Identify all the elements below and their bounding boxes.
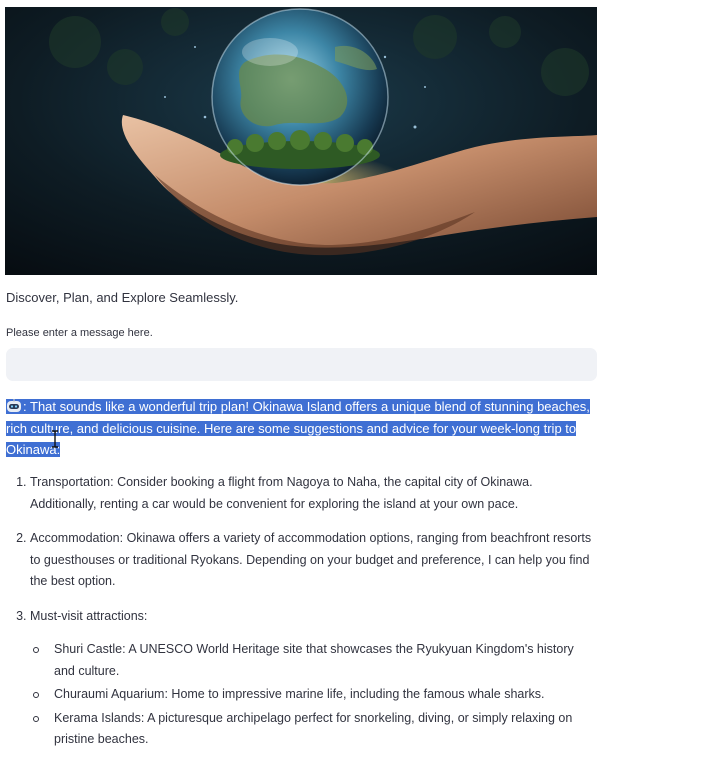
list-item-transportation: Transportation: Consider booking a fligh… xyxy=(30,472,596,515)
list-item-attractions: Must-visit attractions: Shuri Castle: A … xyxy=(30,606,596,751)
message-input[interactable] xyxy=(6,348,597,381)
page-subtitle: Discover, Plan, and Explore Seamlessly. xyxy=(6,290,239,305)
message-input-label: Please enter a message here. xyxy=(6,327,153,339)
response-prefix: : xyxy=(23,399,30,414)
text-cursor-icon xyxy=(52,430,58,448)
hero-image xyxy=(5,7,597,275)
attraction-item: Kerama Islands: A picturesque archipelag… xyxy=(33,708,596,751)
attractions-heading: Must-visit attractions: xyxy=(30,608,148,623)
attraction-item: Churaumi Aquarium: Home to impressive ma… xyxy=(33,684,596,706)
suggestions-list: Transportation: Consider booking a fligh… xyxy=(6,472,596,753)
robot-icon xyxy=(7,399,21,412)
attractions-list: Shuri Castle: A UNESCO World Heritage si… xyxy=(30,639,596,751)
assistant-response: : That sounds like a wonderful trip plan… xyxy=(6,396,596,461)
attraction-item: Shuri Castle: A UNESCO World Heritage si… xyxy=(33,639,596,682)
app-page: Discover, Plan, and Explore Seamlessly. … xyxy=(0,0,712,759)
list-item-accommodation: Accommodation: Okinawa offers a variety … xyxy=(30,528,596,593)
response-intro: That sounds like a wonderful trip plan! … xyxy=(6,399,590,457)
selected-text[interactable]: : That sounds like a wonderful trip plan… xyxy=(6,399,590,457)
